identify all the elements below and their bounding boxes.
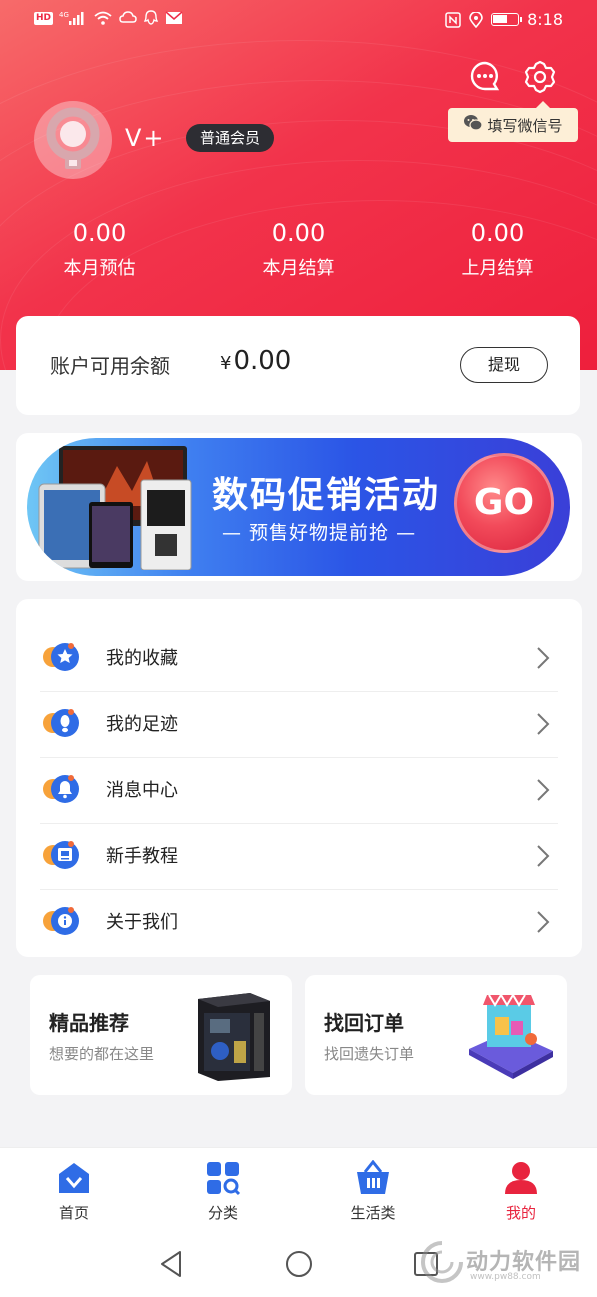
earnings-stats: 0.00 本月预估 0.00 本月结算 0.00 上月结算 bbox=[0, 215, 597, 285]
wechat-icon bbox=[463, 114, 484, 136]
back-triangle-icon[interactable] bbox=[156, 1248, 188, 1280]
menu-item-about-us[interactable]: 关于我们 bbox=[16, 890, 582, 956]
category-icon bbox=[205, 1160, 241, 1196]
banner-subtitle: — 预售好物提前抢 — bbox=[222, 522, 417, 544]
menu-item-label: 新手教程 bbox=[106, 846, 178, 867]
stat-label: 上月结算 bbox=[461, 258, 534, 279]
stat-value: 0.00 bbox=[271, 219, 326, 247]
menu-item-footprints[interactable]: 我的足迹 bbox=[16, 692, 582, 758]
menu-item-label: 消息中心 bbox=[106, 780, 178, 801]
tab-label: 生活类 bbox=[350, 1204, 396, 1222]
username: V+ bbox=[125, 124, 166, 152]
home-circle-icon[interactable] bbox=[283, 1248, 315, 1280]
profile-icon bbox=[503, 1160, 539, 1196]
chevron-right-icon bbox=[536, 646, 550, 670]
hd-icon: HD bbox=[34, 11, 54, 25]
tab-label: 首页 bbox=[58, 1204, 89, 1222]
tab-mine[interactable]: 我的 bbox=[471, 1148, 571, 1232]
menu-item-tutorial[interactable]: 新手教程 bbox=[16, 824, 582, 890]
mail-icon bbox=[165, 10, 183, 26]
tab-lifestyle[interactable]: 生活类 bbox=[323, 1148, 423, 1232]
banner-title: 数码促销活动 bbox=[212, 475, 441, 516]
battery-icon bbox=[491, 13, 523, 26]
watermark-url: www.pw88.com bbox=[470, 1272, 541, 1282]
menu-item-favorites[interactable]: 我的收藏 bbox=[16, 626, 582, 692]
tutorial-icon bbox=[42, 838, 84, 876]
promo-card-find-orders[interactable]: 找回订单 找回遗失订单 bbox=[305, 975, 567, 1095]
menu-item-label: 我的足迹 bbox=[106, 714, 178, 735]
stat-label: 本月结算 bbox=[262, 258, 335, 279]
status-time: 8:18 bbox=[527, 10, 563, 29]
banner-go-button[interactable]: GO bbox=[454, 453, 554, 553]
tab-home[interactable]: 首页 bbox=[24, 1148, 124, 1232]
stat-last-month-settled[interactable]: 0.00 上月结算 bbox=[398, 215, 597, 285]
balance-label: 账户可用余额 bbox=[50, 354, 170, 378]
tab-label: 我的 bbox=[505, 1204, 536, 1222]
watermark-logo-icon bbox=[421, 1241, 463, 1283]
signal-icon: 4G bbox=[59, 10, 87, 26]
message-icon[interactable] bbox=[469, 60, 501, 92]
bell-icon bbox=[42, 772, 84, 810]
tab-category[interactable]: 分类 bbox=[173, 1148, 273, 1232]
stat-this-month-estimate[interactable]: 0.00 本月预估 bbox=[0, 215, 199, 285]
member-level-badge: 普通会员 bbox=[186, 124, 275, 152]
wechat-id-tip[interactable]: 填写微信号 bbox=[448, 101, 578, 142]
info-icon bbox=[42, 904, 84, 942]
stat-value: 0.00 bbox=[72, 219, 127, 247]
currency-symbol: ¥ bbox=[220, 353, 232, 374]
balance-amount: ¥0.00 bbox=[220, 346, 291, 376]
pc-case-image bbox=[192, 989, 276, 1085]
stat-value: 0.00 bbox=[470, 219, 525, 247]
basket-icon bbox=[355, 1159, 391, 1196]
promo-title: 精品推荐 bbox=[49, 1011, 129, 1035]
promo-subtitle: 想要的都在这里 bbox=[49, 1045, 155, 1063]
location-icon bbox=[469, 10, 483, 28]
wifi-icon bbox=[93, 10, 113, 26]
menu-item-label: 关于我们 bbox=[106, 912, 178, 933]
settings-gear-icon[interactable] bbox=[523, 60, 557, 94]
star-icon bbox=[42, 640, 84, 678]
menu-item-label: 我的收藏 bbox=[106, 648, 178, 669]
wechat-tip-label: 填写微信号 bbox=[487, 116, 563, 135]
header-background bbox=[0, 0, 597, 370]
footprint-icon bbox=[42, 706, 84, 744]
stat-this-month-settled[interactable]: 0.00 本月结算 bbox=[199, 215, 398, 285]
withdraw-button[interactable]: 提现 bbox=[460, 347, 548, 383]
shopping-store-image bbox=[461, 987, 557, 1087]
promo-subtitle: 找回遗失订单 bbox=[324, 1045, 415, 1063]
chevron-right-icon bbox=[536, 910, 550, 934]
stat-label: 本月预估 bbox=[63, 258, 136, 279]
promo-card-recommended[interactable]: 精品推荐 想要的都在这里 bbox=[30, 975, 292, 1095]
balance-value: 0.00 bbox=[233, 346, 292, 376]
promo-banner[interactable]: 数码促销活动 — 预售好物提前抢 — GO bbox=[27, 438, 570, 576]
qq-icon bbox=[143, 10, 159, 26]
nfc-icon bbox=[445, 11, 461, 28]
avatar[interactable] bbox=[34, 101, 112, 179]
balance-card: 账户可用余额 ¥0.00 提现 bbox=[16, 316, 580, 415]
status-bar: HD 4G 8:18 bbox=[0, 0, 597, 40]
chevron-right-icon bbox=[536, 844, 550, 868]
chevron-right-icon bbox=[536, 712, 550, 736]
menu-item-messages[interactable]: 消息中心 bbox=[16, 758, 582, 824]
chevron-right-icon bbox=[536, 778, 550, 802]
promo-title: 找回订单 bbox=[324, 1011, 404, 1035]
home-icon bbox=[56, 1160, 92, 1196]
watermark: 动力软件园 www.pw88.com bbox=[420, 1238, 590, 1288]
network-label: 4G bbox=[59, 11, 69, 19]
menu-list: 我的收藏 我的足迹 消息中心 新手教程 关于我们 bbox=[16, 599, 582, 957]
bottom-tab-bar: 首页 分类 生活类 我的 bbox=[0, 1147, 597, 1231]
weather-icon bbox=[119, 10, 137, 26]
devices-image bbox=[37, 446, 207, 571]
tab-label: 分类 bbox=[207, 1204, 238, 1222]
